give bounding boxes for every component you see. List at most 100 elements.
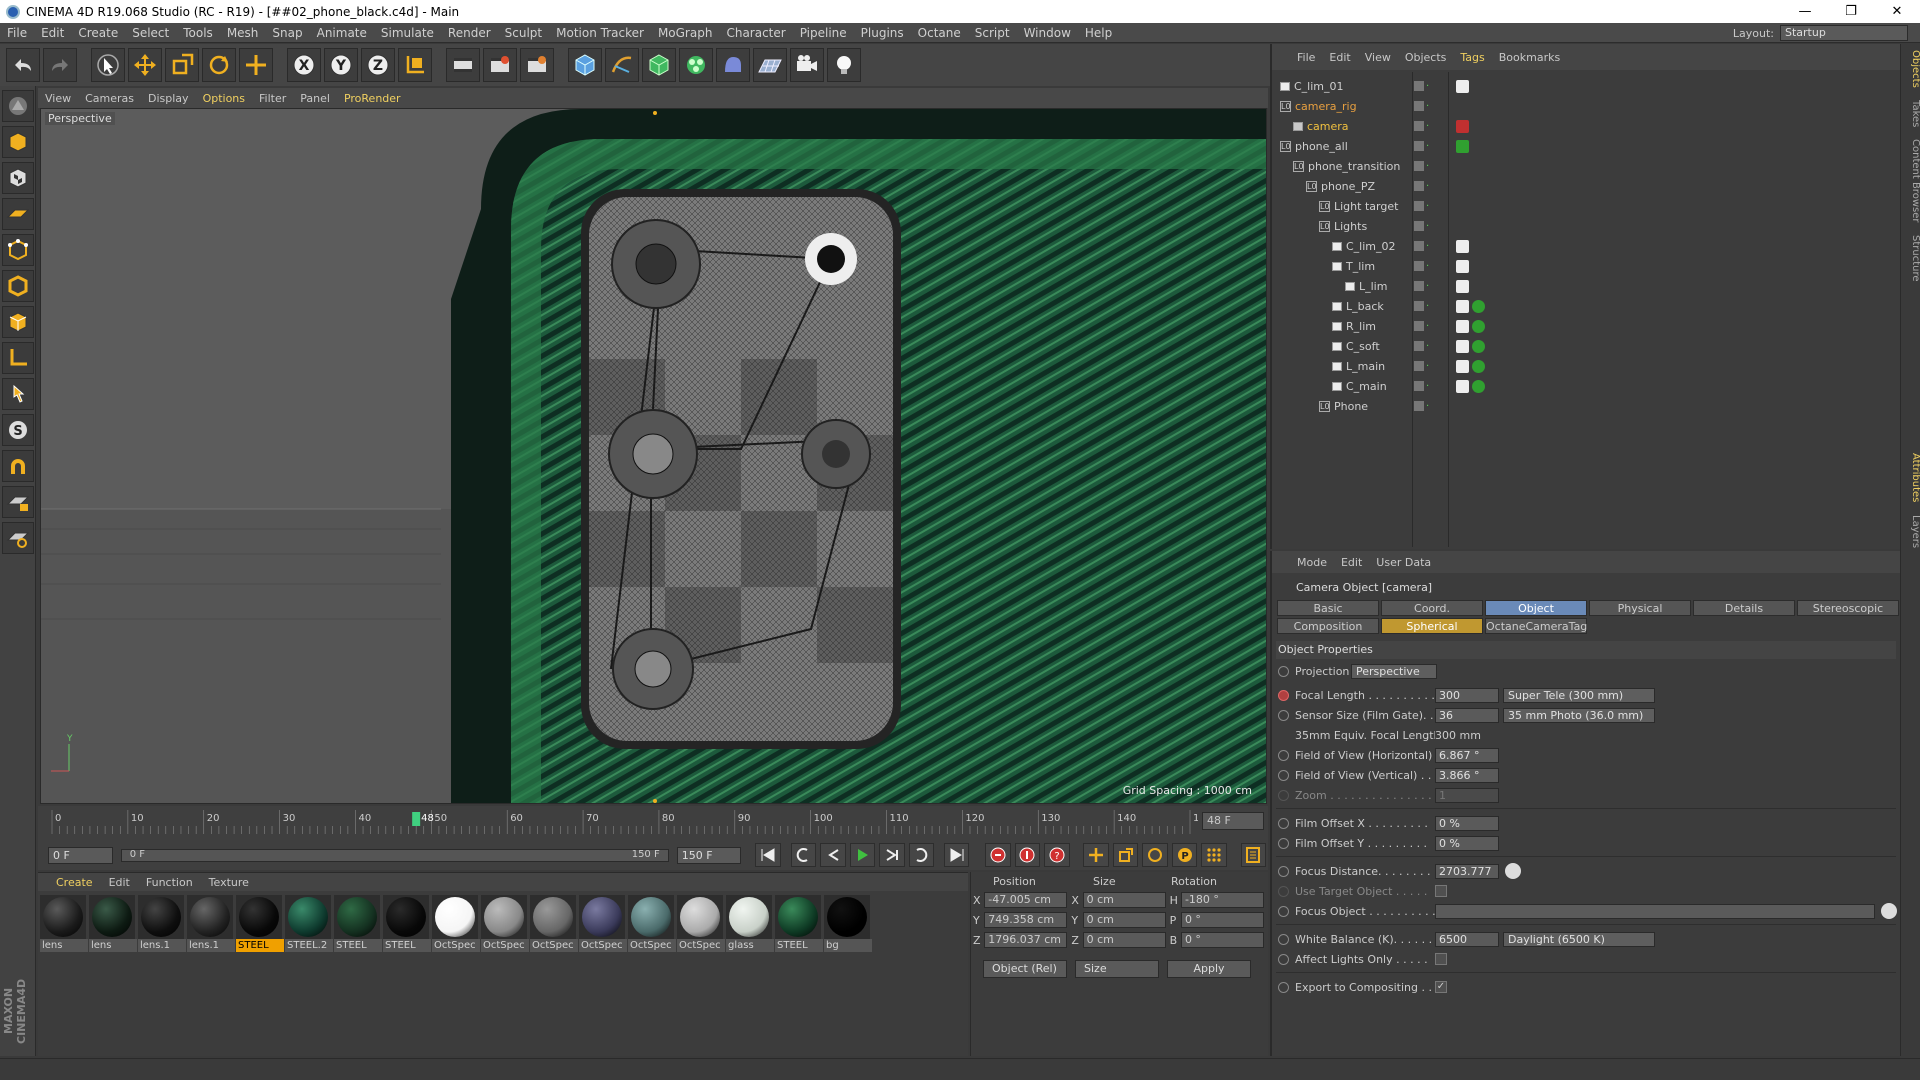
object-tags[interactable] bbox=[1456, 379, 1485, 393]
object-name[interactable]: R_lim bbox=[1346, 320, 1376, 333]
start-frame-field[interactable]: 0 F bbox=[48, 846, 113, 864]
menu-simulate[interactable]: Simulate bbox=[374, 26, 441, 40]
playhead-marker[interactable] bbox=[412, 812, 421, 826]
material-tag-icon[interactable] bbox=[1472, 379, 1485, 393]
model-mode-icon[interactable] bbox=[2, 126, 34, 158]
workplane-lock-icon[interactable] bbox=[2, 486, 34, 518]
menu-motion-tracker[interactable]: Motion Tracker bbox=[549, 26, 651, 40]
object-name[interactable]: C_lim_02 bbox=[1346, 240, 1396, 253]
tab-physical[interactable]: Physical bbox=[1589, 600, 1691, 616]
white-balance-preset-dropdown[interactable]: Daylight (6500 K) bbox=[1503, 931, 1655, 947]
object-row[interactable]: L_lim · bbox=[1272, 276, 1902, 296]
sensor-size-anim-dot[interactable] bbox=[1278, 709, 1289, 721]
material-swatch[interactable]: OctSpec bbox=[677, 895, 725, 952]
visibility-flags[interactable]: · bbox=[1414, 220, 1429, 232]
tab-object[interactable]: Object bbox=[1485, 600, 1587, 616]
film-offset-y-field[interactable]: 0 % bbox=[1435, 835, 1499, 851]
snapping-icon[interactable]: S bbox=[2, 414, 34, 446]
key-position-button[interactable] bbox=[1083, 843, 1109, 867]
menu-window[interactable]: Window bbox=[1017, 26, 1078, 40]
object-tags[interactable] bbox=[1456, 139, 1469, 153]
keyframe-selection-button[interactable]: ? bbox=[1044, 843, 1070, 867]
menu-pipeline[interactable]: Pipeline bbox=[793, 26, 854, 40]
tag-icon[interactable] bbox=[1456, 119, 1469, 133]
object-tags[interactable] bbox=[1456, 359, 1485, 373]
tab-composition[interactable]: Composition bbox=[1277, 618, 1379, 634]
menu-filter[interactable]: Filter bbox=[252, 92, 293, 105]
visibility-flags[interactable]: · bbox=[1414, 300, 1429, 312]
object-tags[interactable] bbox=[1456, 299, 1485, 313]
menu-sculpt[interactable]: Sculpt bbox=[498, 26, 549, 40]
tag-icon[interactable] bbox=[1456, 79, 1469, 93]
menu-snap[interactable]: Snap bbox=[265, 26, 309, 40]
position-field[interactable]: 749.358 cm bbox=[984, 912, 1068, 928]
dock-tab-layers[interactable]: Layers bbox=[1901, 509, 1920, 554]
object-row[interactable]: C_lim_02 · bbox=[1272, 236, 1902, 256]
visibility-flags[interactable]: · bbox=[1414, 80, 1429, 92]
coordinate-system-icon[interactable] bbox=[398, 48, 432, 82]
focus-distance-anim-dot[interactable] bbox=[1278, 865, 1289, 877]
tag-icon[interactable] bbox=[1456, 379, 1469, 393]
focal-length-anim-dot[interactable] bbox=[1278, 689, 1289, 701]
menu-cameras[interactable]: Cameras bbox=[78, 92, 141, 105]
menu-octane[interactable]: Octane bbox=[911, 26, 968, 40]
timeline-scale[interactable]: 0 10 20 30 40 50 60 70 80 90 100 110 120 130 140 150 48 bbox=[50, 810, 1198, 834]
object-row[interactable]: L0 camera_rig · bbox=[1272, 96, 1902, 116]
menu-display[interactable]: Display bbox=[141, 92, 196, 105]
planar-workplane-icon[interactable] bbox=[2, 522, 34, 554]
tag-icon[interactable] bbox=[1456, 139, 1469, 153]
visibility-flags[interactable]: · bbox=[1414, 320, 1429, 332]
go-to-start-button[interactable] bbox=[755, 843, 781, 867]
affect-lights-only-checkbox[interactable] bbox=[1435, 953, 1447, 965]
subdivision-surface-icon[interactable] bbox=[642, 48, 676, 82]
size-field[interactable]: 0 cm bbox=[1082, 932, 1166, 948]
object-name[interactable]: L_back bbox=[1346, 300, 1384, 313]
viewport-perspective-label[interactable]: Perspective bbox=[45, 112, 115, 125]
timeline-layout-button[interactable] bbox=[1240, 843, 1267, 867]
export-compositing-anim-dot[interactable] bbox=[1278, 981, 1289, 993]
material-tag-icon[interactable] bbox=[1472, 359, 1485, 373]
object-row[interactable]: R_lim · bbox=[1272, 316, 1902, 336]
sensor-preset-dropdown[interactable]: 35 mm Photo (36.0 mm) bbox=[1503, 707, 1655, 723]
workplane-mode-icon[interactable] bbox=[2, 198, 34, 230]
object-name[interactable]: phone_transition bbox=[1308, 160, 1400, 173]
object-row[interactable]: L_main · bbox=[1272, 356, 1902, 376]
dock-tab-structure[interactable]: Structure bbox=[1901, 229, 1920, 288]
dock-tab-content-browser[interactable]: Content Browser bbox=[1901, 133, 1920, 228]
object-tags[interactable] bbox=[1456, 259, 1469, 273]
material-swatch[interactable]: OctSpec bbox=[628, 895, 676, 952]
material-swatch[interactable]: lens bbox=[89, 895, 137, 952]
autokeying-button[interactable] bbox=[1014, 843, 1041, 867]
tab-spherical[interactable]: Spherical bbox=[1381, 618, 1483, 634]
perspective-viewport[interactable]: Y Perspective Grid Spacing : 1000 cm bbox=[40, 108, 1267, 804]
edges-mode-icon[interactable] bbox=[2, 270, 34, 302]
menu-tools[interactable]: Tools bbox=[176, 26, 220, 40]
visibility-flags[interactable]: · bbox=[1414, 100, 1429, 112]
undo-button[interactable] bbox=[6, 48, 40, 82]
rotation-field[interactable]: -180 ° bbox=[1180, 892, 1264, 908]
visibility-flags[interactable]: · bbox=[1414, 200, 1429, 212]
menu-mograph[interactable]: MoGraph bbox=[651, 26, 720, 40]
tab-octanecameratag[interactable]: OctaneCameraTag bbox=[1485, 618, 1587, 634]
visibility-flags[interactable]: · bbox=[1414, 120, 1429, 132]
object-row[interactable]: camera · bbox=[1272, 116, 1902, 136]
move-multi-icon[interactable] bbox=[239, 48, 273, 82]
coordinate-mode-dropdown[interactable]: Object (Rel) bbox=[983, 960, 1067, 978]
tab-details[interactable]: Details bbox=[1693, 600, 1795, 616]
material-tag-icon[interactable] bbox=[1472, 339, 1485, 353]
object-row[interactable]: L0 phone_transition · bbox=[1272, 156, 1902, 176]
focal-preset-dropdown[interactable]: Super Tele (300 mm) bbox=[1503, 687, 1655, 703]
go-to-previous-key-button[interactable] bbox=[790, 843, 817, 867]
object-name[interactable]: Light target bbox=[1334, 200, 1398, 213]
fov-horizontal-anim-dot[interactable] bbox=[1278, 749, 1289, 761]
menu-tags[interactable]: Tags bbox=[1453, 51, 1491, 64]
tag-icon[interactable] bbox=[1456, 279, 1469, 293]
focus-object-anim-dot[interactable] bbox=[1278, 905, 1289, 917]
white-balance-anim-dot[interactable] bbox=[1278, 933, 1289, 945]
size-field[interactable]: 0 cm bbox=[1082, 892, 1166, 908]
material-swatch[interactable]: STEEL.2 bbox=[285, 895, 333, 952]
menu-panel[interactable]: Panel bbox=[293, 92, 337, 105]
material-swatch[interactable]: OctSpec bbox=[579, 895, 627, 952]
deformer-icon[interactable] bbox=[716, 48, 750, 82]
rotation-field[interactable]: 0 ° bbox=[1180, 932, 1264, 948]
